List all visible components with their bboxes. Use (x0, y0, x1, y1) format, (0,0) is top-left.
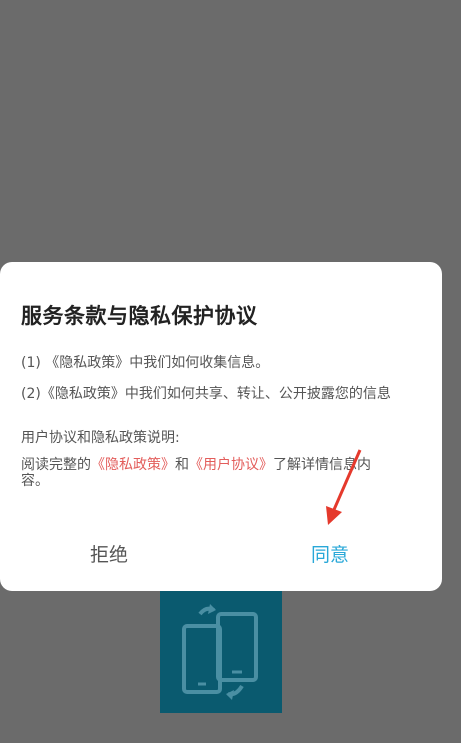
user-agreement-link[interactable]: 《用户协议》 (189, 457, 273, 473)
agreement-section-label: 用户协议和隐私政策说明: (21, 430, 180, 446)
privacy-item-collect: (1) 《隐私政策》中我们如何收集信息。 (21, 355, 270, 371)
agreement-description: 阅读完整的《隐私政策》和《用户协议》了解详情信息内容。 (21, 457, 396, 489)
agree-button[interactable]: 同意 (311, 540, 349, 567)
dialog-title: 服务条款与隐私保护协议 (21, 304, 258, 328)
description-conjunction: 和 (175, 457, 189, 473)
privacy-policy-link[interactable]: 《隐私政策》 (91, 457, 175, 473)
reject-button[interactable]: 拒绝 (90, 540, 128, 567)
app-icon-phone-transfer (160, 586, 282, 713)
description-prefix: 阅读完整的 (21, 457, 91, 473)
phone-transfer-icon (182, 604, 258, 700)
privacy-item-share: (2)《隐私政策》中我们如何共享、转让、公开披露您的信息 (21, 386, 391, 402)
